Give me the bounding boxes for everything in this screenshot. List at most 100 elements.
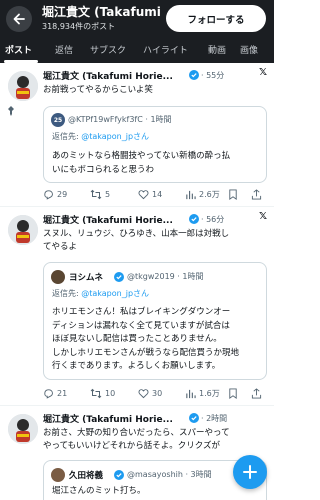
like-count: 14 <box>152 189 163 199</box>
tweet-text-line: やってもいいけどそれから話そよ。クリクズが <box>43 441 221 451</box>
tweet-text-line: お前さ、大野の知り合いだったら、スパーやって <box>43 428 230 438</box>
avatar[interactable] <box>8 215 38 245</box>
bookmark-icon <box>229 188 237 200</box>
profile-name: 堀江貴文 (Takafumi Ho <box>42 5 166 19</box>
tab-videos[interactable]: 動画 <box>208 43 226 56</box>
quoted-text-line: ディションは漏れなく全て見ていますが試合は <box>52 320 230 331</box>
share-button[interactable] <box>251 386 265 400</box>
compose-button[interactable] <box>233 455 267 489</box>
reply-button[interactable]: 29 <box>43 187 67 201</box>
profile-tabs: ポスト 返信 サブスク ハイライト 動画 画像 <box>0 37 274 63</box>
tweet-time[interactable]: · 55分 <box>201 70 224 81</box>
heart-icon <box>138 189 149 199</box>
retweet-count: 5 <box>105 189 111 199</box>
quoted-avatar: 25 <box>51 113 65 127</box>
bookmark-button[interactable] <box>228 386 241 400</box>
avatar-image <box>8 71 38 101</box>
author-name[interactable]: 堀江貴文 (Takafumi Horie... <box>43 213 189 226</box>
quoted-tweet[interactable]: 25 @KTPf19wFfykf3fC · 1時間 返信先: @takapon_… <box>43 106 267 183</box>
tweet-text-line: お前戦ってやるからこいよ笑 <box>43 85 153 95</box>
tweet-text-line: スヌル、リュウジ、ひろゆき、山本一郎は対戦し <box>43 229 230 239</box>
plus-icon <box>243 465 257 479</box>
tweet-time[interactable]: · 2時間 <box>201 413 227 424</box>
tweet-text-line: てやるよ <box>43 242 78 252</box>
tweet[interactable]: 堀江貴文 (Takafumi Horie... · 56分 𝕏 スヌル、リュウジ… <box>0 207 274 405</box>
tab-images[interactable]: 画像 <box>240 43 258 56</box>
tab-highlights[interactable]: ハイライト <box>143 43 188 56</box>
quoted-name: 久田将義 <box>69 471 104 481</box>
pin-icon <box>8 106 14 116</box>
verified-badge-icon <box>114 470 124 480</box>
analytics-icon <box>186 190 196 199</box>
tweet-actions: 21 10 30 1.6万 <box>43 386 267 400</box>
bookmark-icon <box>229 387 237 399</box>
tweet-text: スヌル、リュウジ、ひろゆき、山本一郎は対戦し てやるよ <box>43 228 265 254</box>
tweet-time[interactable]: · 56分 <box>201 214 224 225</box>
avatar[interactable] <box>8 414 38 444</box>
quoted-text: ホリエモンさん！私はブレイキングダウンオー ディションは漏れなく全て見ていますが… <box>52 306 262 374</box>
quoted-avatar <box>51 270 65 284</box>
retweet-button[interactable]: 10 <box>90 386 115 400</box>
quoted-text: あのミットなら格闘技やってない新橋の酔っ払 いにもボコられると思うわ <box>52 150 262 177</box>
x-logo-icon: 𝕏 <box>259 211 268 222</box>
quoted-text-line: ホリエモンさん！私はブレイキングダウンオー <box>52 307 231 317</box>
views-button[interactable]: 1.6万 <box>185 386 220 400</box>
share-button[interactable] <box>251 187 265 201</box>
view-count: 1.6万 <box>199 388 220 398</box>
reply-prefix: 返信先: <box>52 289 82 298</box>
view-count: 2.6万 <box>199 189 220 199</box>
reply-icon <box>44 189 53 200</box>
tweet-actions: 29 5 14 2.6万 <box>43 187 267 201</box>
quoted-text-line: あのミットなら格闘技やってない新橋の酔っ払 <box>52 151 231 161</box>
bookmark-button[interactable] <box>228 187 241 201</box>
quoted-tweet[interactable]: ヨシムネ @tkgw2019 · 1時間 返信先: @takapon_jpさん … <box>43 262 267 380</box>
follow-button[interactable]: フォローする <box>166 5 266 32</box>
post-count: 318,934件のポスト <box>42 22 116 31</box>
avatar-image <box>8 215 38 245</box>
author-name[interactable]: 堀江貴文 (Takafumi Horie... <box>43 69 189 82</box>
reply-button[interactable]: 21 <box>43 386 67 400</box>
verified-badge-icon <box>189 413 199 423</box>
avatar-image <box>8 414 38 444</box>
back-button[interactable] <box>6 6 32 32</box>
analytics-icon <box>186 389 196 398</box>
like-button[interactable]: 30 <box>138 386 162 400</box>
verified-badge-icon <box>189 70 199 80</box>
retweet-button[interactable]: 5 <box>90 187 110 201</box>
quoted-handle: @masayoshih · 3時間 <box>127 470 212 479</box>
quoted-text-line: いにもボコられると思うわ <box>52 164 155 175</box>
quoted-text-line: しかしホリエモンさんが戦うなら配信買うか現地 <box>52 347 240 358</box>
quoted-text: 堀江さんのミット打ち。 <box>52 485 262 499</box>
avatar[interactable] <box>8 71 38 101</box>
quoted-text-line: 行くまであります。よろしくお願いします。 <box>52 361 221 371</box>
tweet-text: お前さ、大野の知り合いだったら、スパーやって やってもいいけどそれから話そよ。ク… <box>43 427 265 453</box>
reply-icon <box>44 388 53 399</box>
share-icon <box>251 387 262 399</box>
tab-replies[interactable]: 返信 <box>55 43 73 56</box>
retweet-icon <box>90 388 102 398</box>
reply-to-label: 返信先: @takapon_jpさん <box>52 131 149 142</box>
quoted-text-line: 堀江さんのミット打ち。 <box>52 486 146 496</box>
x-logo-icon: 𝕏 <box>259 67 268 78</box>
tweet-text: お前戦ってやるからこいよ笑 <box>43 84 265 97</box>
retweet-count: 10 <box>105 388 116 398</box>
views-button[interactable]: 2.6万 <box>185 187 220 201</box>
tab-posts[interactable]: ポスト <box>5 43 32 56</box>
reply-count: 21 <box>57 388 68 398</box>
reply-prefix: 返信先: <box>52 132 82 141</box>
heart-icon <box>138 388 149 398</box>
tab-subscriptions[interactable]: サブスク <box>90 43 126 56</box>
tweet[interactable]: 堀江貴文 (Takafumi Horie... · 2時間 お前さ、大野の知り合… <box>0 406 274 500</box>
reply-mention[interactable]: @takapon_jpさん <box>81 289 149 298</box>
back-arrow-icon <box>13 13 25 25</box>
verified-badge-icon <box>114 272 124 282</box>
reply-mention[interactable]: @takapon_jpさん <box>81 132 149 141</box>
author-name[interactable]: 堀江貴文 (Takafumi Horie... <box>43 412 189 425</box>
reply-to-label: 返信先: @takapon_jpさん <box>52 288 149 299</box>
quoted-avatar <box>51 468 65 482</box>
reply-count: 29 <box>57 189 68 199</box>
like-button[interactable]: 14 <box>138 187 162 201</box>
profile-header: 堀江貴文 (Takafumi Ho 318,934件のポスト フォローする <box>0 0 274 37</box>
quoted-name: ヨシムネ <box>69 273 104 283</box>
tweet[interactable]: 堀江貴文 (Takafumi Horie... · 55分 𝕏 お前戦ってやるか… <box>0 63 274 206</box>
